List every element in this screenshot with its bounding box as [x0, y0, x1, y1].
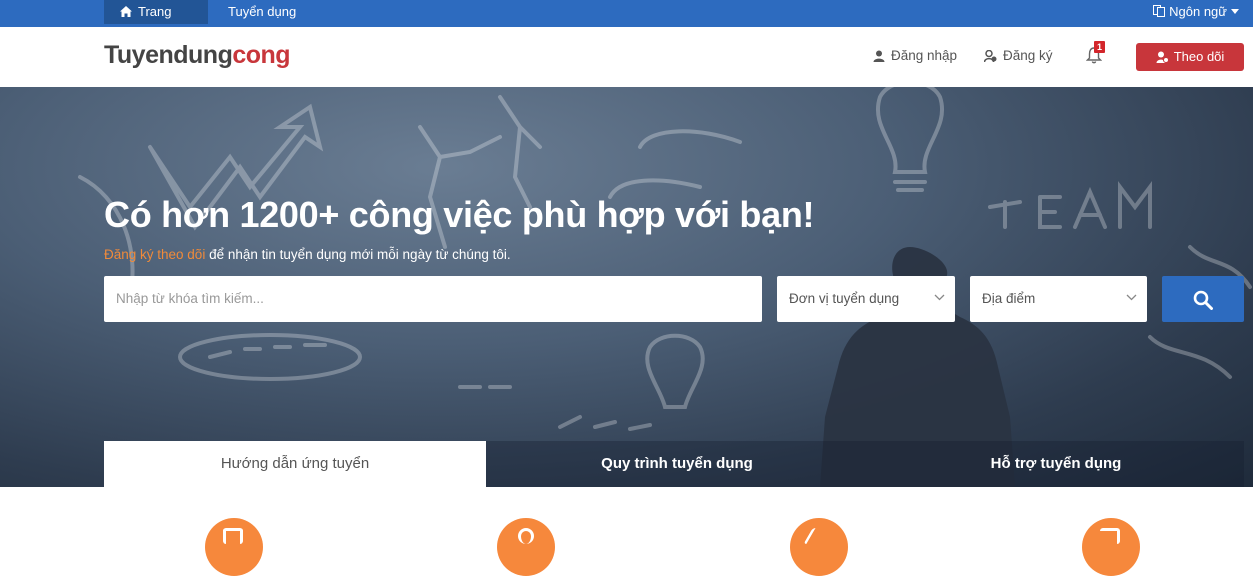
follow-label: Theo dõi — [1173, 49, 1225, 64]
nav-jobs[interactable]: Tuyển dụng — [212, 0, 312, 24]
user-follow-icon — [1156, 51, 1169, 63]
home-icon — [120, 6, 132, 17]
feature-glyph-icon — [1100, 528, 1120, 544]
register-link[interactable]: Đăng ký — [983, 48, 1053, 63]
tab-recruitment-process[interactable]: Quy trình tuyển dụng — [486, 441, 868, 487]
feature-glyph-icon — [803, 528, 833, 544]
language-dropdown[interactable]: Ngôn ngữ — [1153, 0, 1239, 24]
language-label: Ngôn ngữ — [1169, 4, 1227, 19]
caret-down-icon — [1231, 9, 1239, 14]
register-label: Đăng ký — [1003, 48, 1053, 63]
feature-icon-1 — [205, 518, 263, 576]
login-label: Đăng nhập — [891, 48, 958, 63]
employer-select[interactable]: Đơn vị tuyển dụng — [777, 276, 955, 322]
follow-button[interactable]: Theo dõi — [1136, 43, 1244, 71]
location-select[interactable]: Địa điểm — [970, 276, 1147, 322]
search-icon — [1193, 290, 1213, 310]
tab-recruitment-support[interactable]: Hỗ trợ tuyển dụng — [868, 441, 1244, 487]
feature-icon-2 — [497, 518, 555, 576]
hero-subtitle: Đăng ký theo dõi để nhận tin tuyển dụng … — [104, 247, 511, 262]
employer-select-label: Đơn vị tuyển dụng — [789, 291, 900, 306]
location-select-label: Địa điểm — [982, 291, 1036, 306]
subscribe-link[interactable]: Đăng ký theo dõi — [104, 247, 205, 262]
info-tabs: Hướng dẫn ứng tuyển Quy trình tuyển dụng… — [104, 441, 1244, 487]
search-button[interactable] — [1162, 276, 1244, 322]
feature-glyph-icon — [518, 528, 534, 544]
feature-icon-4 — [1082, 518, 1140, 576]
tab-application-guide[interactable]: Hướng dẫn ứng tuyển — [104, 441, 486, 487]
user-icon — [873, 50, 885, 62]
chevron-down-icon — [934, 294, 945, 301]
language-icon — [1153, 5, 1166, 17]
logo-text-1: Tuyendung — [104, 41, 233, 69]
feature-icon-3 — [790, 518, 848, 576]
chevron-down-icon — [1126, 294, 1137, 301]
header: Tuyendungcong Đăng nhập Đăng ký 1 Theo d… — [0, 27, 1253, 87]
notification-badge: 1 — [1094, 41, 1105, 53]
logo[interactable]: Tuyendungcong — [104, 41, 291, 70]
hero-banner: Có hơn 1200+ công việc phù hợp với bạn! … — [0, 87, 1253, 487]
login-link[interactable]: Đăng nhập — [873, 48, 957, 63]
logo-text-2: cong — [232, 41, 291, 69]
hero-headline: Có hơn 1200+ công việc phù hợp với bạn! — [104, 194, 815, 235]
hero-subtitle-text: để nhận tin tuyển dụng mới mỗi ngày từ c… — [205, 247, 511, 262]
search-input[interactable]: Nhập từ khóa tìm kiếm... — [104, 276, 762, 322]
feature-glyph-icon — [223, 528, 243, 544]
user-add-icon — [983, 49, 997, 63]
top-bar: Trang chủ Tuyển dụng Ngôn ngữ — [0, 0, 1253, 43]
nav-home[interactable]: Trang chủ — [104, 0, 208, 43]
